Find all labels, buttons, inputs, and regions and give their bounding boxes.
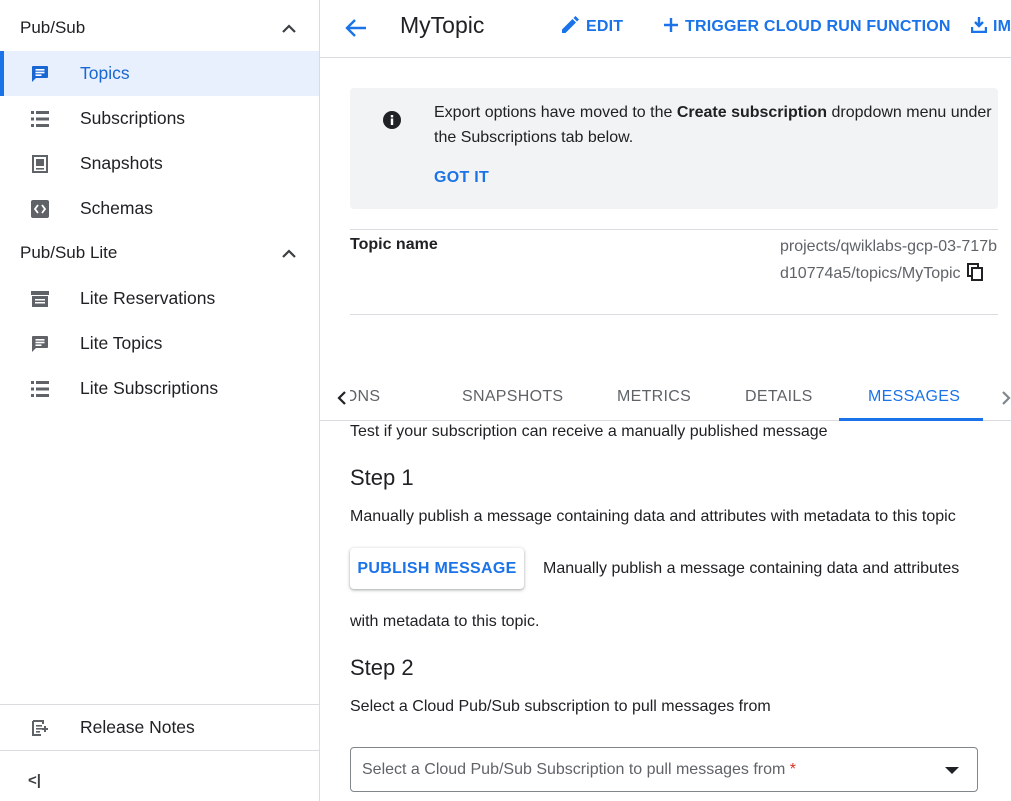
section-title: Pub/Sub Lite xyxy=(20,243,118,262)
reservation-icon xyxy=(30,289,50,309)
sidebar-item-label: Snapshots xyxy=(80,153,163,173)
tab-metrics[interactable]: METRICS xyxy=(617,388,691,406)
snapshot-icon xyxy=(30,154,50,174)
publish-message-button[interactable]: PUBLISH MESSAGE xyxy=(350,548,524,589)
select-placeholder: Select a Cloud Pub/Sub Subscription to p… xyxy=(362,761,796,779)
info-banner: Export options have moved to the Create … xyxy=(350,88,998,209)
list-icon xyxy=(30,109,50,129)
back-arrow-icon[interactable] xyxy=(342,14,370,42)
tab-bar: IONS SNAPSHOTS METRICS DETAILS MESSAGES xyxy=(320,374,1011,421)
edit-button[interactable]: EDIT xyxy=(561,15,623,39)
tab-snapshots[interactable]: SNAPSHOTS xyxy=(462,388,563,406)
topic-icon xyxy=(30,64,50,84)
banner-message: Export options have moved to the Create … xyxy=(434,100,994,150)
tab-scroll-area: IONS SNAPSHOTS METRICS DETAILS MESSAGES xyxy=(350,374,982,421)
sidebar-item-label: Schemas xyxy=(80,198,153,218)
sidebar-item-label: Subscriptions xyxy=(80,108,186,128)
list-icon xyxy=(30,379,50,399)
section-header-pubsub[interactable]: Pub/Sub xyxy=(0,8,319,48)
download-icon xyxy=(970,16,988,38)
section-title: Pub/Sub xyxy=(20,18,86,37)
step2-title: Step 2 xyxy=(350,655,414,680)
divider xyxy=(350,229,998,230)
topic-name-value: projects/qwiklabs-gcp-03-717bd10774a5/to… xyxy=(780,234,1002,287)
trigger-cloud-run-button[interactable]: TRIGGER CLOUD RUN FUNCTION xyxy=(663,15,951,39)
got-it-button[interactable]: GOT IT xyxy=(434,169,489,187)
topic-path: projects/qwiklabs-gcp-03-717bd10774a5/to… xyxy=(780,238,997,282)
section-header-pubsub-lite[interactable]: Pub/Sub Lite xyxy=(0,233,319,273)
sidebar-item-label: Lite Topics xyxy=(80,333,163,353)
tab-subscriptions[interactable]: IONS xyxy=(350,388,380,406)
tab-details[interactable]: DETAILS xyxy=(745,388,813,406)
divider xyxy=(350,314,998,315)
active-tab-indicator xyxy=(839,418,983,421)
page-header: MyTopic EDIT TRIGGER CLOUD RUN FUNCTION … xyxy=(320,0,1011,58)
info-icon xyxy=(382,110,402,130)
subscription-select[interactable]: Select a Cloud Pub/Sub Subscription to p… xyxy=(350,747,978,792)
messages-intro: Test if your subscription can receive a … xyxy=(350,423,828,440)
sidebar-item-label: Topics xyxy=(80,63,130,83)
trigger-label: TRIGGER CLOUD RUN FUNCTION xyxy=(685,18,951,35)
step2-description: Select a Cloud Pub/Sub subscription to p… xyxy=(350,698,771,715)
release-notes-icon xyxy=(30,718,50,738)
required-marker: * xyxy=(789,761,797,778)
sidebar-item-label: Lite Subscriptions xyxy=(80,378,219,398)
publish-hint: Manually publish a message containing da… xyxy=(543,560,960,577)
chevron-up-icon[interactable] xyxy=(279,243,299,263)
sidebar-item-snapshots[interactable]: Snapshots xyxy=(0,141,319,186)
sidebar-item-subscriptions[interactable]: Subscriptions xyxy=(0,96,319,141)
main-content: MyTopic EDIT TRIGGER CLOUD RUN FUNCTION … xyxy=(320,0,1011,801)
collapse-sidebar-button[interactable]: <| xyxy=(28,772,41,789)
import-label: IM xyxy=(993,18,1011,35)
sidebar-item-lite-reservations[interactable]: Lite Reservations xyxy=(0,276,319,321)
page-title: MyTopic xyxy=(400,12,485,38)
copy-icon[interactable] xyxy=(966,262,985,281)
import-button[interactable]: IM xyxy=(970,15,1011,39)
dropdown-arrow-icon xyxy=(945,767,959,774)
step1-title: Step 1 xyxy=(350,465,414,490)
tab-messages[interactable]: MESSAGES xyxy=(868,388,960,406)
pencil-icon xyxy=(561,15,580,39)
edit-label: EDIT xyxy=(586,18,624,35)
topic-icon xyxy=(30,334,50,354)
step1-description: Manually publish a message containing da… xyxy=(350,508,956,525)
sidebar-item-label: Lite Reservations xyxy=(80,288,216,308)
sidebar-item-lite-topics[interactable]: Lite Topics xyxy=(0,321,319,366)
sidebar-item-topics[interactable]: Topics xyxy=(0,51,319,96)
divider xyxy=(0,750,319,751)
sidebar: Pub/Sub Topics Subscriptions Snapshots S… xyxy=(0,0,320,801)
plus-icon xyxy=(663,17,679,38)
chevron-right-icon[interactable] xyxy=(992,384,1011,412)
sidebar-item-release-notes[interactable]: Release Notes xyxy=(0,705,319,750)
banner-text: Export options have moved to the xyxy=(434,104,677,121)
sidebar-item-label: Release Notes xyxy=(80,717,195,737)
select-placeholder-text: Select a Cloud Pub/Sub Subscription to p… xyxy=(362,761,786,778)
banner-text-bold: Create subscription xyxy=(676,104,828,121)
sidebar-item-schemas[interactable]: Schemas xyxy=(0,186,319,231)
sidebar-item-lite-subscriptions[interactable]: Lite Subscriptions xyxy=(0,366,319,411)
schema-icon xyxy=(30,199,50,219)
publish-hint-continued: with metadata to this topic. xyxy=(350,613,540,630)
topic-name-label: Topic name xyxy=(350,236,438,253)
chevron-up-icon[interactable] xyxy=(279,18,299,38)
